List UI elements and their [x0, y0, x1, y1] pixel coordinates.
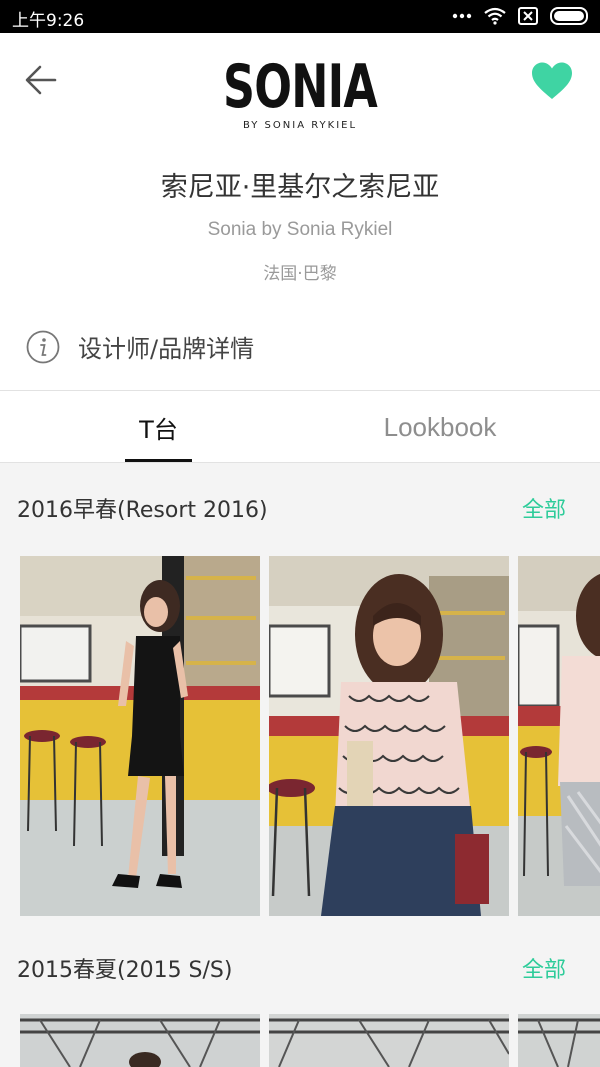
photo-image — [20, 1014, 260, 1067]
photo-image — [269, 1014, 509, 1067]
brand-logo: SONIA BY SONIA RYKIEL — [0, 55, 600, 131]
runway-photo[interactable] — [269, 556, 509, 916]
brand-detail-label: 设计师/品牌详情 — [78, 335, 255, 363]
status-bar: 上午9:26 — [0, 0, 600, 33]
runway-photo[interactable] — [518, 1014, 600, 1067]
brand-name-cn: 索尼亚·里基尔之索尼亚 — [160, 172, 440, 203]
photo-image — [518, 1014, 600, 1067]
logo-wordmark: SONIA — [222, 52, 378, 122]
tab-runway[interactable]: T台 — [125, 391, 192, 463]
brand-header: SONIA BY SONIA RYKIEL 索尼亚·里基尔之索尼亚 Sonia … — [0, 33, 600, 390]
runway-photo[interactable] — [269, 1014, 509, 1067]
status-icons — [452, 7, 590, 25]
runway-photo[interactable] — [518, 556, 600, 916]
info-icon — [26, 330, 60, 363]
favorite-button[interactable] — [530, 61, 574, 101]
active-tab-indicator — [125, 459, 192, 462]
view-all-link[interactable]: 全部 — [522, 492, 566, 524]
runway-photo[interactable] — [20, 556, 260, 916]
photo-image — [269, 556, 509, 916]
signal-dots-icon — [452, 13, 472, 19]
view-all-link[interactable]: 全部 — [522, 952, 566, 984]
photo-image — [518, 556, 600, 916]
collection-tabs: T台 Lookbook — [0, 390, 600, 463]
photo-image — [20, 556, 260, 916]
brand-location: 法国·巴黎 — [263, 264, 337, 284]
tab-lookbook[interactable]: Lookbook — [360, 391, 520, 463]
collection-title: 2015春夏(2015 S/S) — [17, 958, 233, 983]
heart-icon — [532, 62, 572, 99]
brand-name-en: Sonia by Sonia Rykiel — [207, 219, 393, 240]
collection-title: 2016早春(Resort 2016) — [17, 498, 268, 523]
brand-detail-link[interactable]: 设计师/品牌详情 — [26, 329, 254, 364]
runway-photo[interactable] — [20, 1014, 260, 1067]
status-time: 上午9:26 — [12, 11, 85, 31]
battery-icon — [550, 7, 588, 25]
sim-off-icon — [518, 7, 538, 25]
wifi-icon — [484, 7, 506, 25]
